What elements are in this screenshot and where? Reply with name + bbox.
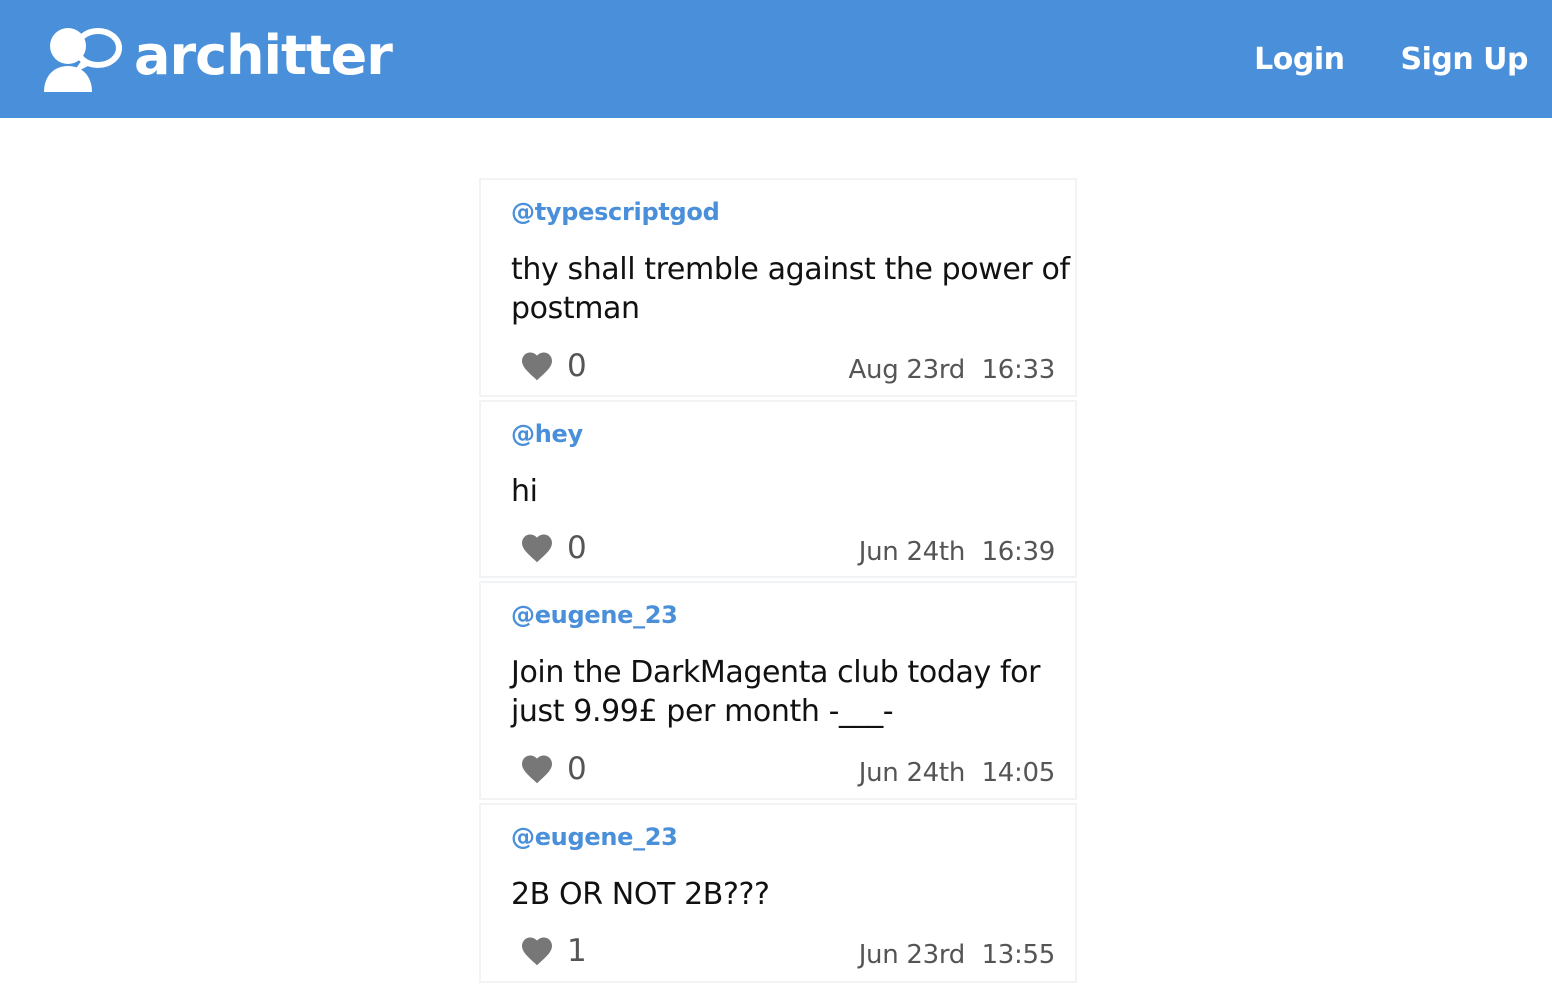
post-author-link[interactable]: @eugene_23 [511,601,678,629]
heart-icon[interactable] [519,348,555,384]
like-count: 0 [567,751,587,787]
signup-link[interactable]: Sign Up [1400,42,1528,77]
brand-name: architter [134,24,393,87]
post-date: Jun 24th [858,758,966,788]
post-author-link[interactable]: @typescriptgod [511,198,720,226]
post-author-link[interactable]: @eugene_23 [511,823,678,851]
post-date: Jun 24th [858,537,966,567]
post-time: 13:55 [981,940,1056,970]
chat-users-icon [44,28,122,92]
post-card: @typescriptgod thy shall tremble against… [479,178,1077,397]
like-count: 0 [567,530,587,566]
like-count: 1 [567,933,587,969]
post-card: @hey hi 0 Jun 24th 16:39 [479,400,1077,578]
post-date: Jun 23rd [858,940,966,970]
post-card: @eugene_23 2B OR NOT 2B??? 1 Jun 23rd 13… [479,803,1077,983]
post-date: Aug 23rd [848,355,966,385]
post-feed: @typescriptgod thy shall tremble against… [479,178,1077,986]
post-body: 2B OR NOT 2B??? [511,877,770,912]
post-time: 14:05 [981,758,1056,788]
post-body: hi [511,474,538,509]
post-footer: 0 Aug 23rd 16:33 [519,348,1055,388]
heart-icon[interactable] [519,751,555,787]
post-time: 16:39 [981,537,1056,567]
top-navbar: architter Login Sign Up [0,0,1552,118]
heart-icon[interactable] [519,530,555,566]
post-footer: 0 Jun 24th 16:39 [519,530,1055,570]
auth-nav: Login Sign Up [1198,0,1528,118]
post-footer: 0 Jun 24th 14:05 [519,751,1055,791]
brand-home-link[interactable]: architter [38,22,393,94]
login-link[interactable]: Login [1254,42,1345,77]
post-time: 16:33 [981,355,1056,385]
heart-icon[interactable] [519,933,555,969]
like-count: 0 [567,348,587,384]
post-author-link[interactable]: @hey [511,420,583,448]
post-card: @eugene_23 Join the DarkMagenta club tod… [479,581,1077,800]
post-body: thy shall tremble against the power of p… [511,252,1070,326]
post-body: Join the DarkMagenta club today for just… [511,655,1041,729]
post-footer: 1 Jun 23rd 13:55 [519,933,1055,973]
